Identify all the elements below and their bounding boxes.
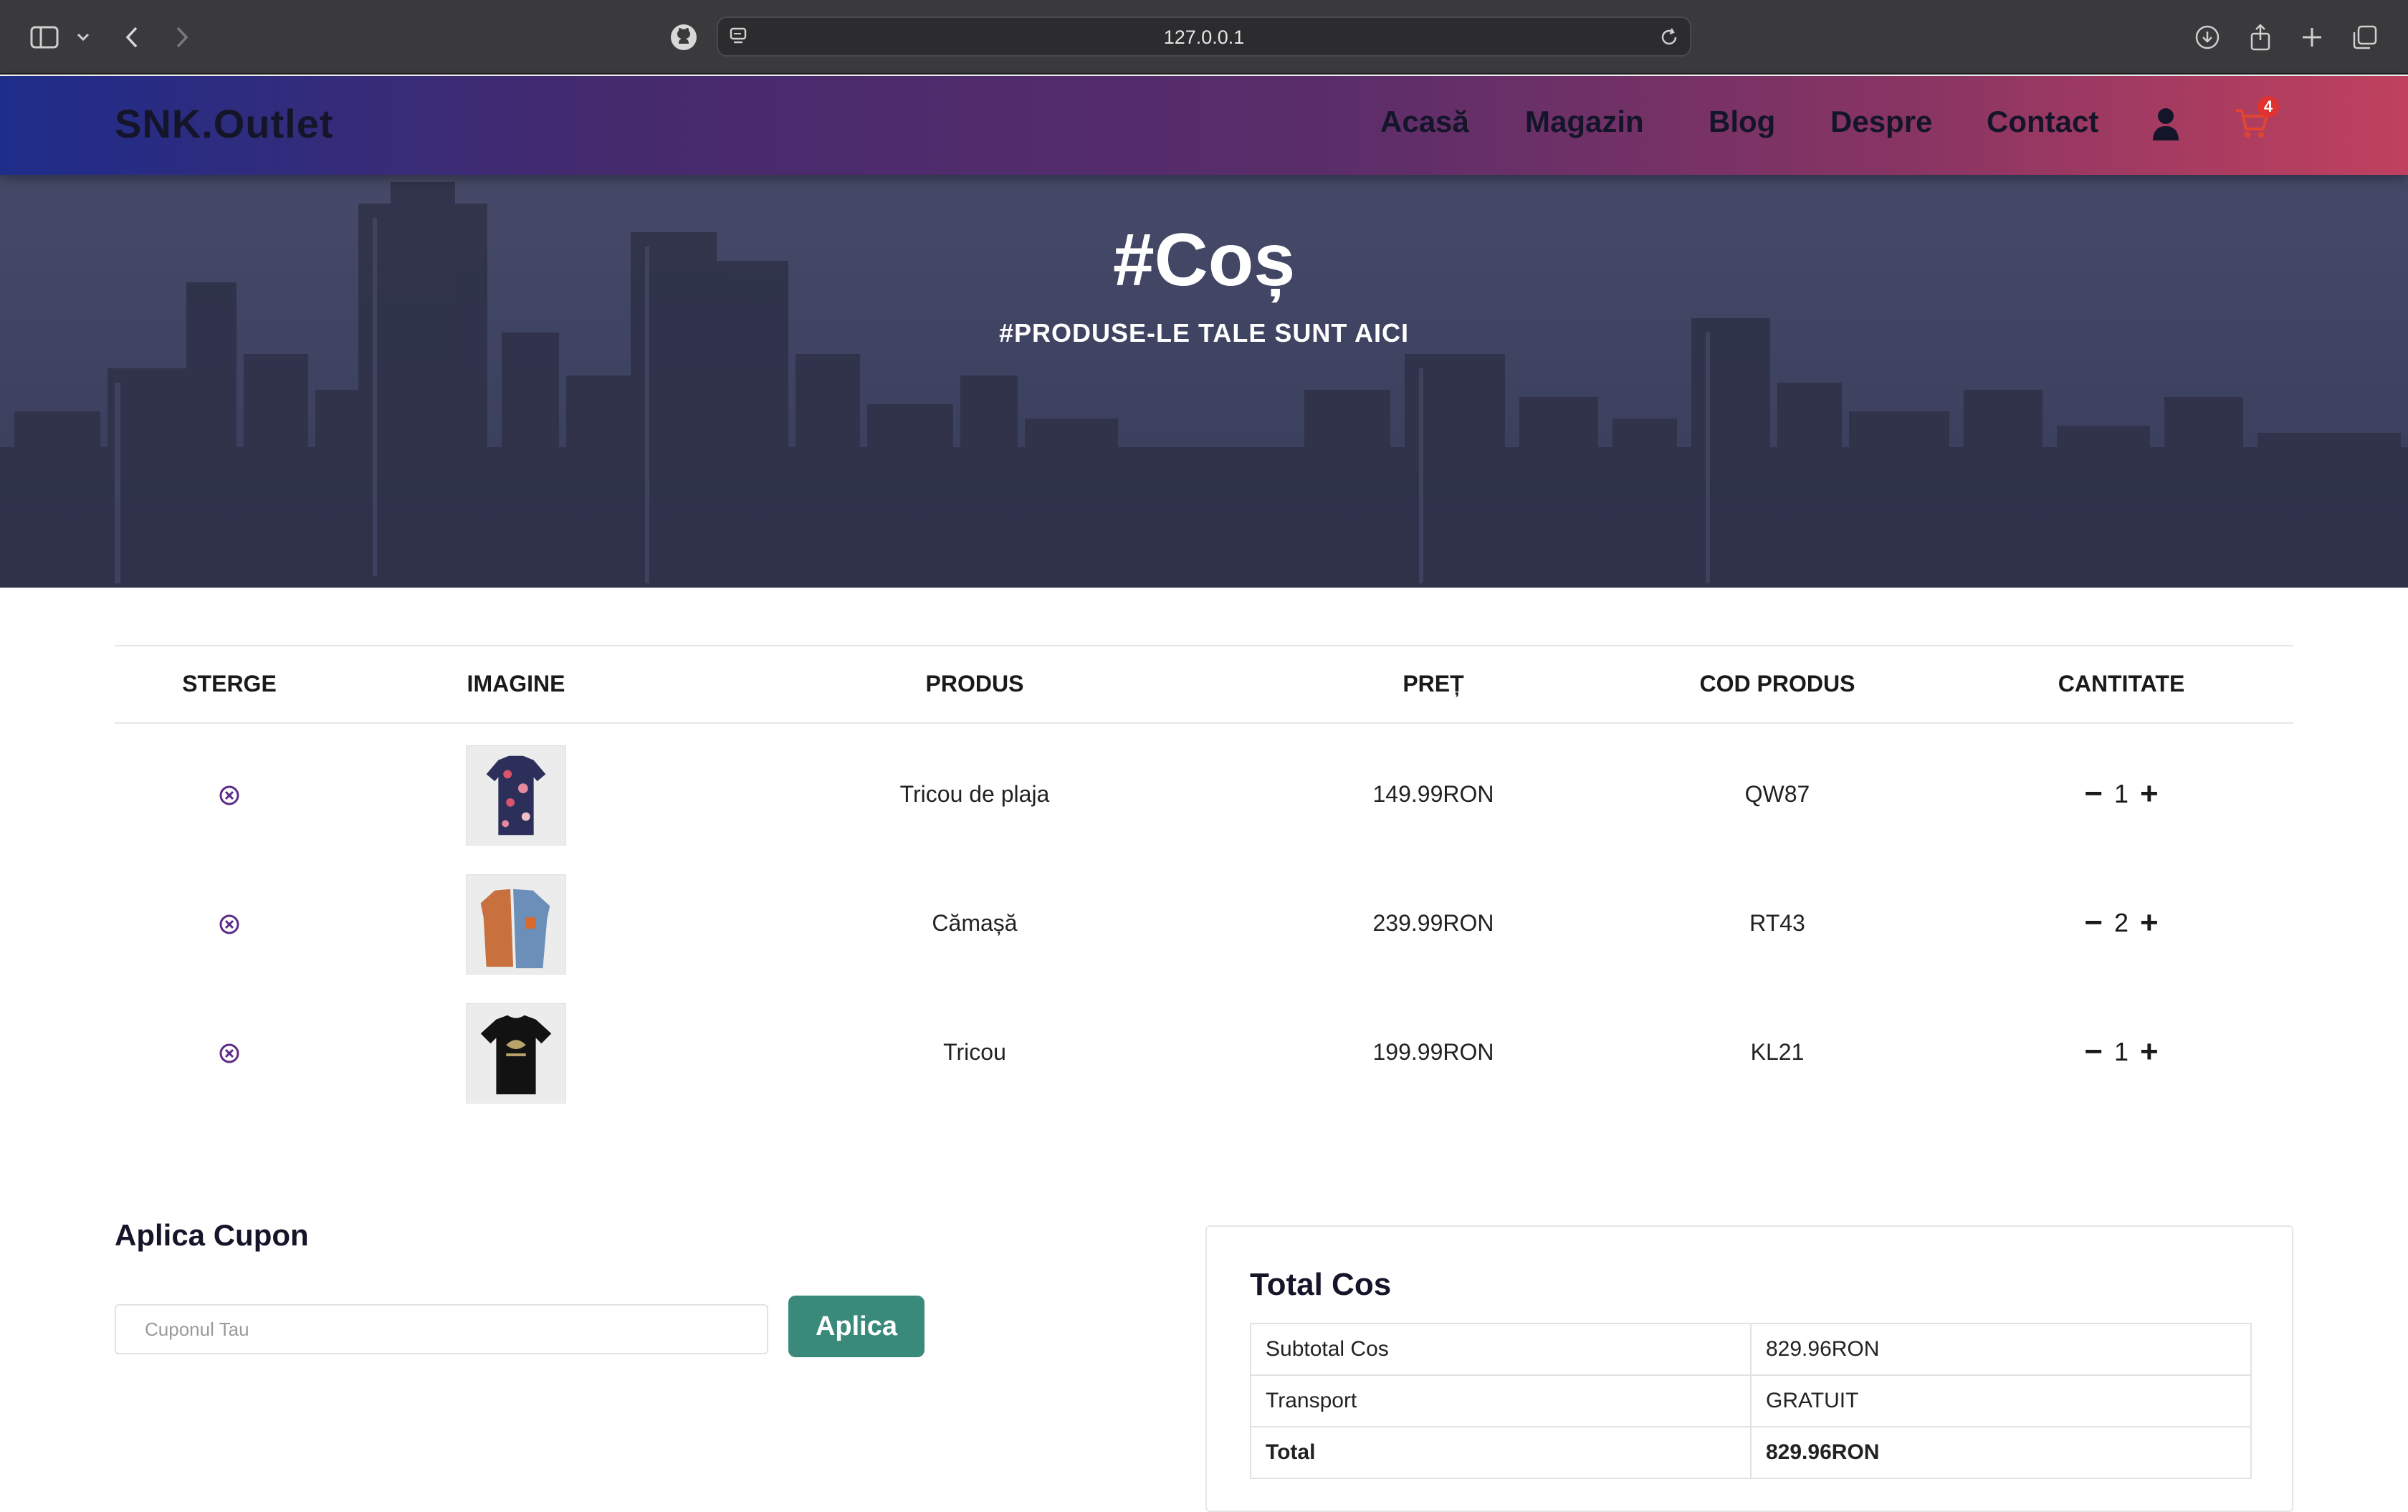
- product-price: 239.99RON: [1372, 910, 1494, 936]
- table-row: Cămașă 239.99RON RT43 − 2 +: [115, 867, 2293, 996]
- totals-value: 829.96RON: [1750, 1323, 2252, 1376]
- product-price: 149.99RON: [1372, 781, 1494, 807]
- totals-table: Subtotal Cos 829.96RON Transport GRATUIT…: [1250, 1323, 2252, 1479]
- remove-item-icon[interactable]: [219, 914, 240, 935]
- product-image: [466, 745, 566, 846]
- product-code: KL21: [1750, 1039, 1805, 1065]
- product-name[interactable]: Tricou de plaja: [900, 781, 1050, 808]
- site-header: SNK.Outlet Acasă Magazin Blog Despre Con…: [0, 76, 2408, 175]
- back-icon[interactable]: [112, 17, 152, 57]
- totals-row-subtotal: Subtotal Cos 829.96RON: [1250, 1323, 2252, 1376]
- remove-item-icon[interactable]: [219, 785, 240, 806]
- totals-value: 829.96RON: [1750, 1426, 2252, 1479]
- product-name[interactable]: Tricou: [943, 1039, 1006, 1066]
- user-icon[interactable]: [2151, 106, 2180, 142]
- totals-row-total: Total 829.96RON: [1250, 1426, 2252, 1479]
- totals-label: Subtotal Cos: [1250, 1323, 1752, 1376]
- table-row: Tricou de plaja 149.99RON QW87 − 1 +: [115, 738, 2293, 867]
- reload-icon[interactable]: [1658, 27, 1680, 48]
- totals-value: GRATUIT: [1750, 1374, 2252, 1427]
- decrease-button[interactable]: −: [2084, 1036, 2103, 1068]
- chevron-down-icon[interactable]: [63, 17, 103, 57]
- header-sterge: STERGE: [182, 671, 277, 697]
- nav-contact[interactable]: Contact: [1987, 105, 2098, 139]
- page-subtitle: #PRODUSE-LE TALE SUNT AICI: [998, 318, 1410, 348]
- coupon-title: Aplica Cupon: [115, 1218, 309, 1252]
- coupon-input[interactable]: [115, 1304, 768, 1354]
- header-cod-produs: COD PRODUS: [1699, 671, 1855, 697]
- product-name[interactable]: Cămașă: [932, 910, 1017, 937]
- quantity-value: 1: [2113, 779, 2129, 808]
- remove-item-icon[interactable]: [219, 1043, 240, 1064]
- browser-toolbar: 127.0.0.1: [0, 0, 2408, 75]
- cart-totals: Total Cos Subtotal Cos 829.96RON Transpo…: [1205, 1225, 2293, 1512]
- header-imagine: IMAGINE: [467, 671, 565, 697]
- page-title: #Coș: [1112, 219, 1296, 302]
- totals-label: Transport: [1250, 1374, 1752, 1427]
- totals-title: Total Cos: [1250, 1267, 1392, 1302]
- increase-button[interactable]: +: [2140, 1036, 2159, 1068]
- github-icon[interactable]: [664, 17, 704, 57]
- quantity-value: 1: [2113, 1037, 2129, 1066]
- quantity-stepper: − 1 +: [2084, 1036, 2158, 1068]
- increase-button[interactable]: +: [2140, 907, 2159, 939]
- decrease-button[interactable]: −: [2084, 778, 2103, 810]
- header-cantitate: CANTITATE: [2058, 671, 2185, 697]
- share-icon[interactable]: [2240, 17, 2280, 57]
- nav-blog[interactable]: Blog: [1709, 105, 1775, 139]
- product-image: [466, 874, 566, 975]
- header-produs: PRODUS: [925, 671, 1024, 697]
- hero-banner: #Coș #PRODUSE-LE TALE SUNT AICI: [0, 175, 2408, 588]
- quantity-stepper: − 1 +: [2084, 778, 2158, 810]
- nav-magazin[interactable]: Magazin: [1525, 105, 1644, 139]
- tab-overview-icon[interactable]: [2345, 17, 2385, 57]
- quantity-value: 2: [2113, 908, 2129, 937]
- product-code: QW87: [1744, 781, 1810, 807]
- apply-coupon-button[interactable]: Aplica: [788, 1296, 924, 1357]
- url-text[interactable]: 127.0.0.1: [718, 27, 1690, 49]
- address-bar[interactable]: 127.0.0.1: [717, 16, 1691, 57]
- download-icon[interactable]: [2187, 17, 2227, 57]
- nav-despre[interactable]: Despre: [1830, 105, 1932, 139]
- totals-row-transport: Transport GRATUIT: [1250, 1374, 2252, 1427]
- sidebar-toggle-icon[interactable]: [24, 17, 64, 57]
- quantity-stepper: − 2 +: [2084, 907, 2158, 939]
- site-logo[interactable]: SNK.Outlet: [115, 100, 334, 147]
- increase-button[interactable]: +: [2140, 778, 2159, 810]
- product-price: 199.99RON: [1372, 1039, 1494, 1065]
- forward-icon[interactable]: [162, 17, 202, 57]
- table-header: STERGE IMAGINE PRODUS PREȚ COD PRODUS CA…: [115, 645, 2293, 724]
- totals-label: Total: [1250, 1426, 1752, 1479]
- decrease-button[interactable]: −: [2084, 907, 2103, 939]
- product-code: RT43: [1749, 910, 1805, 936]
- cart-count-badge: 4: [2258, 96, 2279, 118]
- new-tab-icon[interactable]: [2292, 17, 2332, 57]
- product-image: [466, 1003, 566, 1104]
- nav-acasa[interactable]: Acasă: [1380, 105, 1469, 139]
- header-pret: PREȚ: [1403, 671, 1464, 697]
- table-row: Tricou 199.99RON KL21 − 1 +: [115, 996, 2293, 1125]
